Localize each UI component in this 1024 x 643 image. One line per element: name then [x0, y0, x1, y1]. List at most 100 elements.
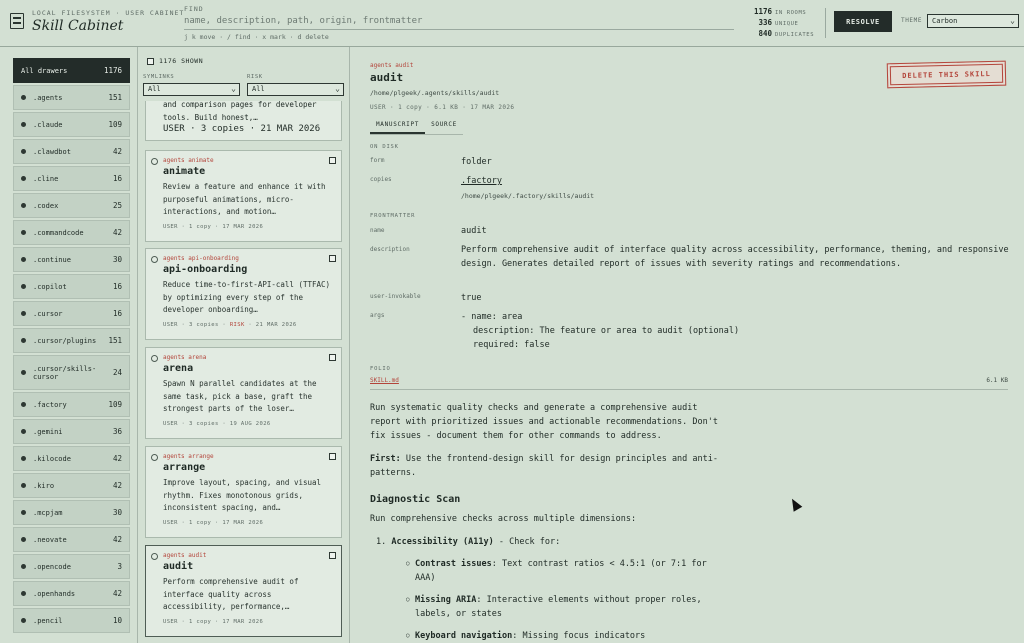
resolve-button[interactable]: RESOLVE: [834, 11, 892, 32]
sidebar-item[interactable]: .openhands 42: [13, 581, 130, 606]
shown-count: 1176 SHOWN: [159, 57, 204, 65]
skill-card-partial[interactable]: and comparison pages for developer tools…: [145, 101, 342, 141]
card-radio[interactable]: [151, 553, 158, 560]
drawer-dot-icon: [21, 149, 26, 154]
copies-link[interactable]: .factory: [461, 174, 502, 188]
md-list-bold: Accessibility (A11y): [391, 537, 494, 547]
sidebar-item[interactable]: .commandcode 42: [13, 220, 130, 245]
delete-skill-button[interactable]: DELETE THIS SKILL: [886, 60, 1007, 89]
sidebar-item[interactable]: All drawers 1176: [13, 58, 130, 83]
sidebar-item[interactable]: .kiro 42: [13, 473, 130, 498]
card-radio[interactable]: [151, 454, 158, 461]
folio-file-link[interactable]: SKILL.md: [370, 377, 399, 384]
risk-filter-select[interactable]: All ⌄: [247, 83, 344, 96]
sidebar-item[interactable]: .gemini 36: [13, 419, 130, 444]
card-radio[interactable]: [151, 158, 158, 165]
risk-badge: RISK: [229, 321, 245, 328]
cabinet-icon: [10, 13, 24, 29]
symlinks-filter-select[interactable]: All ⌄: [143, 83, 240, 96]
card-description: Improve layout, spacing, and visual rhyt…: [163, 478, 322, 512]
fm-description-key: description: [370, 246, 410, 253]
theme-select[interactable]: Carbon ⌄: [927, 14, 1019, 28]
select-all-row[interactable]: 1176 SHOWN: [147, 57, 203, 65]
stat-in-rooms: 1176 IN ROOMS: [753, 7, 807, 16]
card-checkbox[interactable]: [329, 552, 336, 559]
md-sub-bold: Keyboard navigation: [415, 631, 513, 641]
drawer-dot-icon: [21, 338, 26, 343]
sidebar-item[interactable]: .codex 25: [13, 193, 130, 218]
sidebar-item[interactable]: .mcpjam 30: [13, 500, 130, 525]
card-meta: USER · 1 copy · 17 MAR 2026: [163, 619, 331, 625]
sidebar-item[interactable]: .continue 30: [13, 247, 130, 272]
md-sublist-item: Contrast issues: Text contrast ratios < …: [406, 557, 730, 585]
card-meta-text: USER · 3 copies · 19 AUG 2026: [163, 420, 271, 427]
skill-card[interactable]: agents arena arena Spawn N parallel candid…: [145, 347, 342, 439]
on-disk-label: ON DISK: [370, 144, 399, 150]
folio-file-size: 6.1 KB: [986, 377, 1008, 384]
app-title: Skill Cabinet: [32, 18, 124, 34]
sidebar-item[interactable]: .pencil 10: [13, 608, 130, 633]
drawer-dot-icon: [21, 510, 26, 515]
card-checkbox[interactable]: [329, 354, 336, 361]
stat-unique: 336 UNIQUE: [758, 18, 799, 27]
sidebar-item[interactable]: .factory 109: [13, 392, 130, 417]
skill-card[interactable]: agents audit audit Perform comprehensive a…: [145, 545, 342, 637]
card-radio[interactable]: [151, 355, 158, 362]
sidebar-item[interactable]: .cline 16: [13, 166, 130, 191]
sidebar-item[interactable]: .neovate 42: [13, 527, 130, 552]
sidebar-item-count: 109: [108, 120, 122, 129]
drawer-dot-icon: [21, 483, 26, 488]
sidebar-item-label: .neovate: [33, 535, 67, 544]
sidebar-item-label: .continue: [33, 255, 71, 264]
sidebar-item[interactable]: .copilot 16: [13, 274, 130, 299]
tab-manuscript[interactable]: MANUSCRIPT: [370, 118, 426, 134]
sidebar-item[interactable]: .kilocode 42: [13, 446, 130, 471]
sidebar-item[interactable]: .cursor 16: [13, 301, 130, 326]
card-checkbox[interactable]: [329, 255, 336, 262]
drawer-dot-icon: [21, 456, 26, 461]
fm-name-key: name: [370, 227, 385, 234]
md-sub-bold: Missing ARIA: [415, 595, 477, 605]
sidebar-item-count: 10: [112, 616, 122, 625]
sidebar-item[interactable]: .agents 151: [13, 85, 130, 110]
app-header: LOCAL FILESYSTEM · USER CABINET Skill Ca…: [0, 0, 1024, 47]
tab-source[interactable]: SOURCE: [425, 118, 463, 134]
card-name: animate: [163, 166, 206, 177]
detail-meta: USER · 1 copy · 6.1 KB · 17 MAR 2026: [370, 104, 515, 111]
sidebar-item[interactable]: .opencode 3: [13, 554, 130, 579]
card-radio[interactable]: [151, 256, 158, 263]
fm-description-value: Perform comprehensive audit of interface…: [461, 245, 1009, 269]
card-meta-text: USER · 1 copy · 17 MAR 2026: [163, 618, 264, 625]
select-all-checkbox[interactable]: [147, 57, 154, 65]
skill-card[interactable]: agents arrange arrange Improve layout, spa…: [145, 446, 342, 538]
card-tag: agents arena: [163, 354, 207, 361]
divider: [825, 8, 826, 38]
chevron-down-icon: ⌄: [335, 84, 340, 93]
drawer-dot-icon: [21, 311, 26, 316]
card-name: api-onboarding: [163, 264, 248, 275]
card-checkbox[interactable]: [329, 157, 336, 164]
copies-path: /home/plgeek/.factory/skills/audit: [461, 192, 595, 200]
search-input[interactable]: [184, 13, 734, 30]
sidebar-item-count: 16: [112, 282, 122, 291]
sidebar-item[interactable]: .claude 109: [13, 112, 130, 137]
sidebar-item-count: 24: [112, 368, 122, 377]
sidebar-item[interactable]: .cursor/skills-cursor 24: [13, 355, 130, 390]
sidebar-item-label: .gemini: [33, 427, 63, 436]
card-tag: agents arrange: [163, 453, 214, 460]
sidebar-item-label: .cursor/skills-cursor: [33, 364, 97, 381]
folio-label: FOLIO: [370, 366, 391, 372]
skill-card[interactable]: agents api-onboarding api-onboarding Reduc…: [145, 248, 342, 340]
card-checkbox[interactable]: [329, 453, 336, 460]
sidebar-item-label: All drawers: [21, 66, 68, 75]
card-name: audit: [163, 561, 194, 572]
card-meta: USER · 3 copies · 21 MAR 2026: [163, 124, 321, 134]
form-key: form: [370, 157, 385, 164]
risk-filter-value: All: [252, 85, 265, 93]
cards-scroll-area[interactable]: and comparison pages for developer tools…: [139, 101, 349, 643]
sidebar-item[interactable]: .cursor/plugins 151: [13, 328, 130, 353]
sidebar-item[interactable]: .clawdbot 42: [13, 139, 130, 164]
detail-path: /home/plgeek/.agents/skills/audit: [370, 89, 500, 97]
skill-card[interactable]: agents animate animate Review a feature an…: [145, 150, 342, 242]
md-first: First: Use the frontend-design skill for…: [370, 452, 730, 480]
